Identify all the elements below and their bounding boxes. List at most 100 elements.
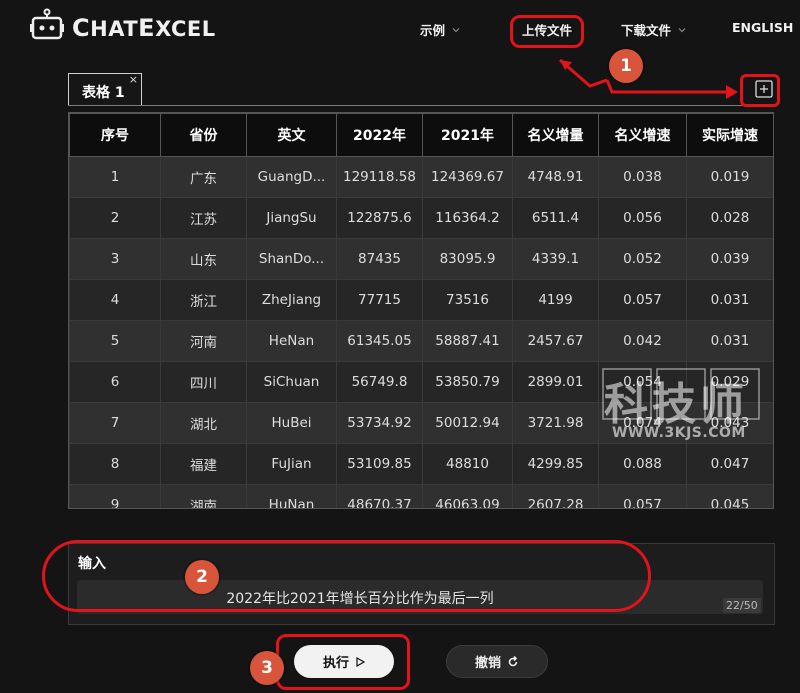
nav-download[interactable]: 下载文件 [621, 20, 687, 39]
table-cell[interactable]: 4199 [512, 279, 599, 321]
table-cell[interactable]: 江苏 [160, 197, 247, 239]
table-cell[interactable]: 0.042 [598, 320, 687, 362]
step-marker-2: 2 [185, 560, 219, 594]
table-cell[interactable]: 2 [69, 197, 161, 239]
nav-download-label: 下载文件 [621, 23, 672, 38]
table-cell[interactable]: ShanDo... [246, 238, 337, 280]
column-header[interactable]: 名义增速 [598, 113, 687, 157]
table-row[interactable]: 4 浙江 ZheJiang 77715 73516 4199 0.057 0.031 [69, 279, 773, 321]
table-cell[interactable]: 7 [69, 402, 161, 444]
table-cell[interactable]: 0.031 [686, 320, 773, 362]
table-cell[interactable]: 48670.37 [336, 484, 423, 508]
table-cell[interactable]: 2457.67 [512, 320, 599, 362]
table-cell[interactable]: SiChuan [246, 361, 337, 403]
table-cell[interactable]: 116364.2 [422, 197, 513, 239]
table-cell[interactable]: 122875.6 [336, 197, 423, 239]
column-header[interactable]: 省份 [160, 113, 247, 157]
table-cell[interactable]: 0.052 [598, 238, 687, 280]
table-cell[interactable]: 61345.05 [336, 320, 423, 362]
table-row[interactable]: 1 广东 GuangD... 129118.58 124369.67 4748.91 0.0… [69, 156, 773, 198]
table-cell[interactable]: 53734.92 [336, 402, 423, 444]
nav-language[interactable]: ENGLISH [732, 20, 793, 35]
table-cell[interactable]: 8 [69, 443, 161, 485]
table-row[interactable]: 8 福建 FuJian 53109.85 48810 4299.85 0.088 0.047 [69, 443, 773, 485]
column-header[interactable]: 序号 [69, 113, 161, 157]
table-row[interactable]: 9 湖南 HuNan 48670.37 46063.09 2607.28 0.057 0.04… [69, 484, 773, 508]
table-cell[interactable]: ZheJiang [246, 279, 337, 321]
table-row[interactable]: 3 山东 ShanDo... 87435 83095.9 4339.1 0.052 0.039 [69, 238, 773, 280]
table-cell[interactable]: 1 [69, 156, 161, 198]
table-cell[interactable]: 浙江 [160, 279, 247, 321]
table-cell[interactable]: HuNan [246, 484, 337, 508]
table-cell[interactable]: 0.057 [598, 279, 687, 321]
table-cell[interactable]: 0.038 [598, 156, 687, 198]
table-cell[interactable]: 0.045 [686, 484, 773, 508]
table-cell[interactable]: 0.057 [598, 484, 687, 508]
table-cell[interactable]: 四川 [160, 361, 247, 403]
char-counter: 22/50 [723, 598, 761, 613]
table-cell[interactable]: 9 [69, 484, 161, 508]
close-icon[interactable]: × [129, 73, 138, 86]
table-cell[interactable]: 53109.85 [336, 443, 423, 485]
table-header-row: 序号 省份 英文 2022年 2021年 名义增量 名义增速 实际增速 [69, 113, 773, 157]
table-cell[interactable]: 湖北 [160, 402, 247, 444]
column-header[interactable]: 实际增速 [686, 113, 773, 157]
table-cell[interactable]: JiangSu [246, 197, 337, 239]
table-cell[interactable]: 3 [69, 238, 161, 280]
table-cell[interactable]: 77715 [336, 279, 423, 321]
nav-examples[interactable]: 示例 [420, 20, 461, 39]
watermark-text: 科技师 [604, 379, 748, 430]
undo-button[interactable]: 撤销 [446, 645, 548, 678]
column-header[interactable]: 英文 [246, 113, 337, 157]
table-cell[interactable]: 73516 [422, 279, 513, 321]
table-cell[interactable]: 湖南 [160, 484, 247, 508]
table-cell[interactable]: 50012.94 [422, 402, 513, 444]
step-marker-3: 3 [250, 651, 284, 685]
table-cell[interactable]: 福建 [160, 443, 247, 485]
table-cell[interactable]: 2607.28 [512, 484, 599, 508]
table-cell[interactable]: 46063.09 [422, 484, 513, 508]
table-cell[interactable]: 0.031 [686, 279, 773, 321]
table-cell[interactable]: FuJian [246, 443, 337, 485]
table-cell[interactable]: GuangD... [246, 156, 337, 198]
table-cell[interactable]: 56749.8 [336, 361, 423, 403]
table-cell[interactable]: 0.039 [686, 238, 773, 280]
table-cell[interactable]: 0.047 [686, 443, 773, 485]
tab-label: 表格 1 [82, 85, 125, 101]
table-cell[interactable]: 河南 [160, 320, 247, 362]
table-cell[interactable]: 广东 [160, 156, 247, 198]
table-cell[interactable]: 53850.79 [422, 361, 513, 403]
tab-sheet-1[interactable]: 表格 1 × [68, 73, 142, 106]
table-cell[interactable]: 6511.4 [512, 197, 599, 239]
table-row[interactable]: 5 河南 HeNan 61345.05 58887.41 2457.67 0.042 0.03… [69, 320, 773, 362]
table-cell[interactable]: 5 [69, 320, 161, 362]
table-cell[interactable]: 87435 [336, 238, 423, 280]
table-cell[interactable]: 0.028 [686, 197, 773, 239]
column-header[interactable]: 2021年 [422, 113, 513, 157]
chevron-down-icon [678, 27, 686, 32]
data-table-container[interactable]: 序号 省份 英文 2022年 2021年 名义增量 名义增速 实际增速 1 广东 GuangD..… [68, 112, 774, 509]
highlight-input [42, 540, 651, 612]
table-cell[interactable]: 124369.67 [422, 156, 513, 198]
table-cell[interactable]: 83095.9 [422, 238, 513, 280]
table-cell[interactable]: 4299.85 [512, 443, 599, 485]
table-cell[interactable]: 4339.1 [512, 238, 599, 280]
table-cell[interactable]: 3721.98 [512, 402, 599, 444]
table-cell[interactable]: 48810 [422, 443, 513, 485]
table-cell[interactable]: 58887.41 [422, 320, 513, 362]
step-marker-1: 1 [609, 49, 643, 83]
table-cell[interactable]: 0.019 [686, 156, 773, 198]
table-cell[interactable]: 4748.91 [512, 156, 599, 198]
table-cell[interactable]: 2899.01 [512, 361, 599, 403]
table-cell[interactable]: 6 [69, 361, 161, 403]
table-cell[interactable]: 0.056 [598, 197, 687, 239]
table-cell[interactable]: HuBei [246, 402, 337, 444]
table-cell[interactable]: 129118.58 [336, 156, 423, 198]
table-cell[interactable]: 0.088 [598, 443, 687, 485]
table-row[interactable]: 2 江苏 JiangSu 122875.6 116364.2 6511.4 0.056 0.0… [69, 197, 773, 239]
table-cell[interactable]: 4 [69, 279, 161, 321]
table-cell[interactable]: HeNan [246, 320, 337, 362]
table-cell[interactable]: 山东 [160, 238, 247, 280]
column-header[interactable]: 2022年 [336, 113, 423, 157]
column-header[interactable]: 名义增量 [512, 113, 599, 157]
